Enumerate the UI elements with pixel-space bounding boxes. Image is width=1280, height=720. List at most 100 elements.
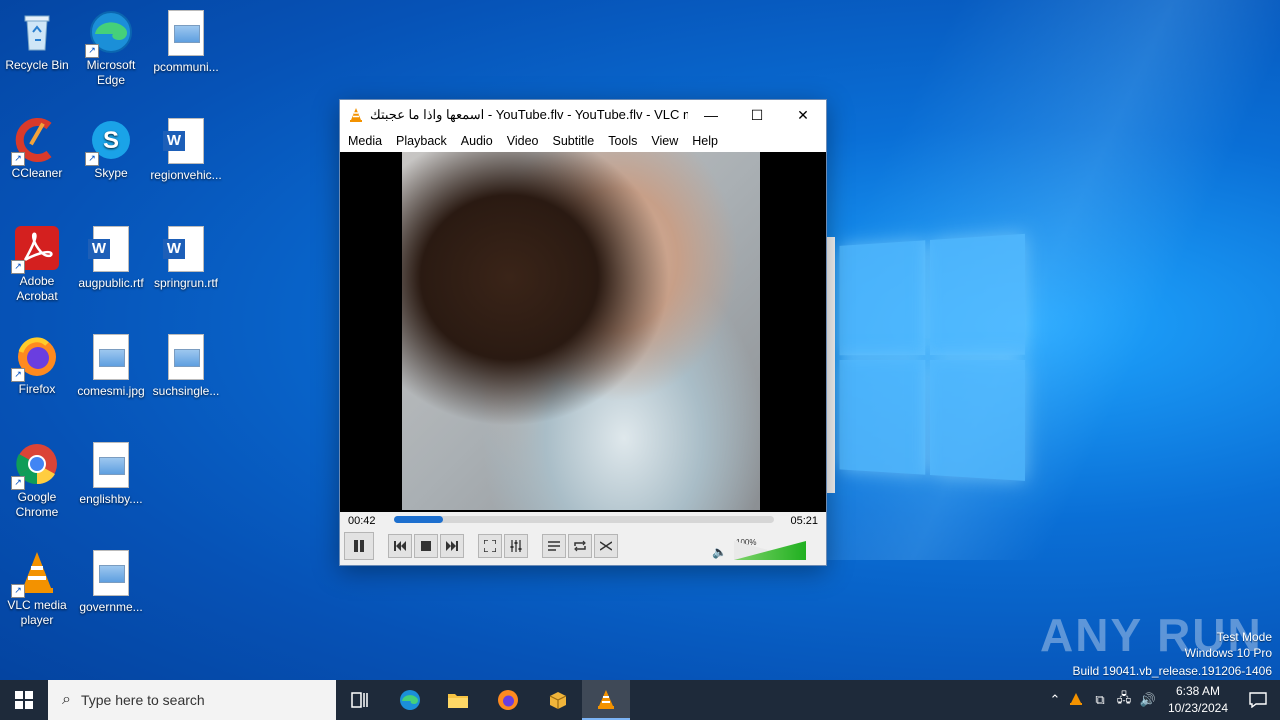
fullscreen-button[interactable]: [478, 534, 502, 558]
desktop-icon-recycle-bin[interactable]: Recycle Bin: [0, 8, 74, 73]
loop-button[interactable]: [568, 534, 592, 558]
taskbar-vlc[interactable]: [582, 680, 630, 720]
speaker-icon[interactable]: 🔈: [712, 545, 727, 559]
elapsed-time: 00:42: [348, 515, 376, 527]
show-hidden-icons-chevron-up-icon[interactable]: ⌃: [1046, 692, 1064, 708]
network-icon[interactable]: 🖧: [1112, 689, 1136, 711]
skype-icon: S ↗: [85, 116, 135, 166]
test-mode-text: Test Mode: [1216, 630, 1272, 644]
volume-icon[interactable]: 🔊: [1136, 692, 1160, 708]
playlist-icon: [548, 541, 560, 551]
taskbar-search-box[interactable]: ⌕ Type here to search: [48, 680, 336, 720]
desktop-icon-adobe-acrobat[interactable]: ↗ Adobe Acrobat: [0, 224, 74, 304]
vlc-cone-icon: ↗: [11, 548, 61, 598]
desktop-icon-vlc-media-player[interactable]: ↗ VLC media player: [0, 548, 74, 628]
desktop-icon-google-chrome[interactable]: ↗ Google Chrome: [0, 440, 74, 520]
vlc-window[interactable]: اسمعها واذا ما عجبتك - YouTube.flv - You…: [339, 99, 827, 566]
vlc-cone-icon: [598, 690, 614, 709]
fullscreen-icon: [484, 540, 496, 552]
firefox-icon: [498, 690, 518, 710]
taskbar-file-explorer[interactable]: [434, 680, 482, 720]
equalizer-icon: [510, 540, 522, 552]
package-icon: [549, 692, 567, 709]
previous-button[interactable]: [388, 534, 412, 558]
desktop-icon-suchsingle[interactable]: suchsingle...: [149, 332, 223, 399]
menu-video[interactable]: Video: [501, 134, 547, 148]
taskbar: ⌕ Type here to search ⌃ ⧉ 🖧 🔊 6:38 AM 10…: [0, 680, 1280, 720]
clock-time: 6:38 AM: [1175, 684, 1221, 698]
system-tray: ⌃ ⧉ 🖧 🔊: [1046, 680, 1160, 720]
tray-device-icon[interactable]: ⧉: [1088, 692, 1112, 708]
icon-label: Google Chrome: [15, 490, 59, 519]
video-frame: [402, 152, 760, 510]
desktop-icon-microsoft-edge[interactable]: ↗ Microsoft Edge: [74, 8, 148, 88]
loop-icon: [574, 540, 586, 552]
start-button[interactable]: [0, 680, 48, 720]
acrobat-icon: ↗: [11, 224, 61, 274]
word-document-icon: W: [162, 226, 210, 274]
vlc-title-bar[interactable]: اسمعها واذا ما عجبتك - YouTube.flv - You…: [340, 100, 826, 130]
icon-label: augpublic.rtf: [78, 276, 144, 290]
menu-tools[interactable]: Tools: [602, 134, 645, 148]
stop-button[interactable]: [414, 534, 438, 558]
window-title: اسمعها واذا ما عجبتك - YouTube.flv - You…: [370, 107, 688, 122]
taskbar-edge[interactable]: [386, 680, 434, 720]
icon-label: pcommuni...: [153, 60, 219, 74]
stop-icon: [421, 541, 431, 551]
menu-playback[interactable]: Playback: [390, 134, 455, 148]
minimize-button[interactable]: —: [688, 100, 734, 130]
task-view-button[interactable]: [336, 680, 384, 720]
icon-label: governme...: [79, 600, 143, 614]
desktop-icon-englishby[interactable]: englishby....: [74, 440, 148, 507]
edge-icon: [400, 690, 420, 710]
taskbar-clock[interactable]: 6:38 AM 10/23/2024: [1160, 683, 1236, 717]
recycle-bin-icon: [13, 8, 61, 56]
seek-progress: [394, 516, 444, 523]
video-display[interactable]: [340, 152, 826, 512]
seek-slider[interactable]: [394, 516, 774, 523]
taskbar-package-app[interactable]: [534, 680, 582, 720]
tray-vlc-icon[interactable]: [1064, 692, 1088, 709]
search-icon: ⌕: [62, 691, 71, 708]
menu-view[interactable]: View: [645, 134, 686, 148]
desktop-icon-pcommuni[interactable]: pcommuni...: [149, 8, 223, 75]
extended-settings-button[interactable]: [504, 534, 528, 558]
menu-audio[interactable]: Audio: [455, 134, 501, 148]
controls-row: 🔈 100%: [340, 532, 826, 564]
chrome-icon: ↗: [11, 440, 61, 490]
next-button[interactable]: [440, 534, 464, 558]
maximize-button[interactable]: ☐: [734, 100, 780, 130]
desktop-icon-springrun[interactable]: W springrun.rtf: [149, 224, 223, 291]
desktop-icon-ccleaner[interactable]: ↗ CCleaner: [0, 116, 74, 181]
pause-button[interactable]: [344, 532, 374, 560]
menu-media[interactable]: Media: [342, 134, 390, 148]
windows-edition-text: Windows 10 Pro: [1184, 646, 1272, 660]
menu-help[interactable]: Help: [686, 134, 726, 148]
playlist-button[interactable]: [542, 534, 566, 558]
desktop-icon-augpublic[interactable]: W augpublic.rtf: [74, 224, 148, 291]
desktop-icon-comesmi[interactable]: comesmi.jpg: [74, 332, 148, 399]
svg-text:S: S: [103, 127, 119, 154]
shuffle-button[interactable]: [594, 534, 618, 558]
desktop-icon-skype[interactable]: S ↗ Skype: [74, 116, 148, 181]
word-document-icon: W: [87, 226, 135, 274]
icon-label: Skype: [94, 166, 128, 180]
icon-label: suchsingle...: [152, 384, 220, 398]
word-document-icon: W: [162, 118, 210, 166]
vlc-menu-bar: Media Playback Audio Video Subtitle Tool…: [340, 130, 826, 152]
notification-center-button[interactable]: [1236, 680, 1280, 720]
desktop-icon-firefox[interactable]: ↗ Firefox: [0, 332, 74, 397]
desktop-icon-regionvehic[interactable]: W regionvehic...: [149, 116, 223, 183]
icon-label: Firefox: [18, 382, 56, 396]
desktop-icon-governme[interactable]: governme...: [74, 548, 148, 615]
close-button[interactable]: ✕: [780, 100, 826, 130]
next-icon: [446, 541, 458, 551]
icon-label: VLC media player: [7, 598, 67, 627]
build-text: Build 19041.vb_release.191206-1406: [1072, 664, 1273, 678]
shuffle-icon: [600, 541, 612, 551]
image-file-icon: [87, 442, 135, 490]
menu-subtitle[interactable]: Subtitle: [547, 134, 603, 148]
pause-icon: [354, 540, 364, 552]
taskbar-firefox[interactable]: [484, 680, 532, 720]
image-file-icon: [87, 334, 135, 382]
